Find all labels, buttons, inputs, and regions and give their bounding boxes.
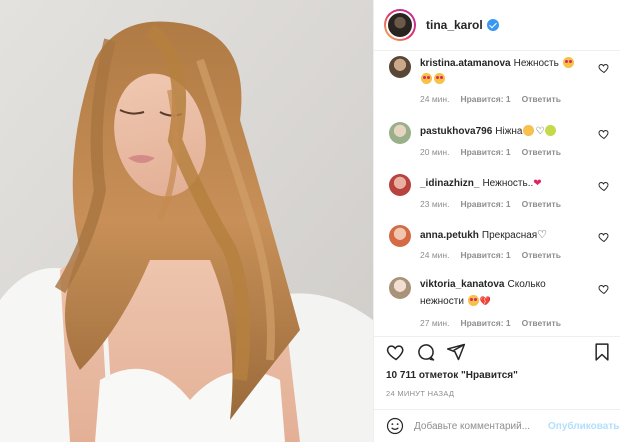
smiley-icon[interactable] [386, 417, 404, 435]
comment-avatar[interactable] [389, 56, 411, 78]
comment-text: Прекрасная [481, 230, 538, 241]
comment-likes[interactable]: Нравится: 1 [460, 199, 510, 209]
post-side-panel: tina_karol kristina.atamanova Нежность 24… [373, 0, 620, 442]
instagram-post: tina_karol kristina.atamanova Нежность 24… [0, 0, 620, 442]
comment-meta: 23 мин. Нравится: 1 Ответить [420, 199, 572, 209]
like-comment-heart-icon[interactable] [598, 62, 610, 74]
post-photo[interactable] [0, 0, 373, 442]
comment-time[interactable]: 24 мин. [420, 250, 449, 260]
blush-emoji-icon [523, 125, 535, 136]
like-comment-heart-icon[interactable] [598, 283, 610, 295]
love-eyes-emoji-icon [421, 73, 432, 84]
like-comment-heart-icon[interactable] [598, 231, 610, 243]
broken-heart-emoji-icon: 💔 [479, 296, 491, 306]
love-eyes-emoji-icon [562, 57, 574, 68]
comment-meta: 27 мин. Нравится: 1 Ответить [420, 318, 572, 328]
author-avatar-image [386, 11, 414, 39]
comment-avatar[interactable] [389, 174, 411, 196]
love-eyes-emoji-icon [467, 295, 479, 306]
like-comment-heart-icon[interactable] [598, 180, 610, 192]
post-time-ago[interactable]: 24 МИНУТ НАЗАД [386, 389, 454, 398]
comment-body: kristina.atamanova Нежность [420, 56, 590, 88]
comment-reply-button[interactable]: Ответить [522, 250, 561, 260]
comment-likes[interactable]: Нравится: 1 [460, 250, 510, 260]
verified-icon [486, 19, 499, 31]
bookmark-icon[interactable] [592, 342, 612, 362]
comment-body: viktoria_kanatova Сколько нежности 💔 [420, 277, 590, 310]
comment-reply-button[interactable]: Ответить [522, 199, 561, 209]
red-heart-emoji-icon: ❤ [533, 178, 542, 189]
comment-time[interactable]: 20 мин. [420, 147, 449, 157]
post-actions-bar [374, 342, 620, 364]
comment-body: pastukhova796 Ніжна ♡ [420, 124, 590, 140]
comment-icon[interactable] [416, 342, 436, 362]
love-eyes-emoji-icon [434, 73, 445, 84]
actions-divider [374, 336, 620, 337]
comment-text: Нежность.. [482, 178, 534, 189]
comment-meta: 24 мин. Нравится: 1 Ответить [420, 94, 572, 104]
publish-comment-button[interactable]: Опубликовать [548, 421, 619, 432]
comment-reply-button[interactable]: Ответить [522, 147, 561, 157]
smile-emoji-icon [545, 125, 557, 136]
comment-username[interactable]: anna.petukh [420, 230, 479, 241]
comment-username[interactable]: pastukhova796 [420, 126, 492, 137]
share-icon[interactable] [446, 342, 466, 362]
likes-count[interactable]: 10 711 отметок "Нравится" [386, 370, 518, 381]
comment-meta: 20 мин. Нравится: 1 Ответить [420, 147, 572, 157]
comment-text: Нежность [513, 58, 559, 69]
comment-likes[interactable]: Нравится: 1 [460, 318, 510, 328]
comment-text: Ніжна [495, 126, 523, 137]
comment-avatar[interactable] [389, 277, 411, 299]
comment-likes[interactable]: Нравится: 1 [460, 94, 510, 104]
comment-avatar[interactable] [389, 225, 411, 247]
comment-time[interactable]: 23 мин. [420, 199, 449, 209]
comment-likes[interactable]: Нравится: 1 [460, 147, 510, 157]
comment-body: anna.petukh Прекрасная♡ [420, 227, 590, 244]
post-header: tina_karol [374, 0, 620, 51]
white-heart-emoji-icon: ♡ [535, 126, 545, 137]
author-username[interactable]: tina_karol [426, 18, 483, 32]
comment-reply-button[interactable]: Ответить [522, 318, 561, 328]
add-comment-input[interactable] [414, 420, 544, 432]
comment-avatar[interactable] [389, 122, 411, 144]
comment-meta: 24 мин. Нравится: 1 Ответить [420, 250, 572, 260]
white-heart-emoji-icon: ♡ [537, 229, 548, 241]
comments-list[interactable]: kristina.atamanova Нежность 24 мин. Нравит… [374, 51, 620, 336]
post-photo-image [0, 0, 373, 442]
comment-body: _idinazhizn_ Нежность..❤ [420, 176, 590, 192]
heart-icon[interactable] [386, 342, 406, 362]
add-comment-bar: Опубликовать [374, 409, 620, 442]
comment-time[interactable]: 27 мин. [420, 318, 449, 328]
comment-time[interactable]: 24 мин. [420, 94, 449, 104]
like-comment-heart-icon[interactable] [598, 128, 610, 140]
comment-reply-button[interactable]: Ответить [522, 94, 561, 104]
comment-username[interactable]: kristina.atamanova [420, 58, 511, 69]
author-avatar[interactable] [384, 9, 416, 41]
comment-username[interactable]: _idinazhizn_ [420, 178, 479, 189]
comment-username[interactable]: viktoria_kanatova [420, 279, 505, 290]
